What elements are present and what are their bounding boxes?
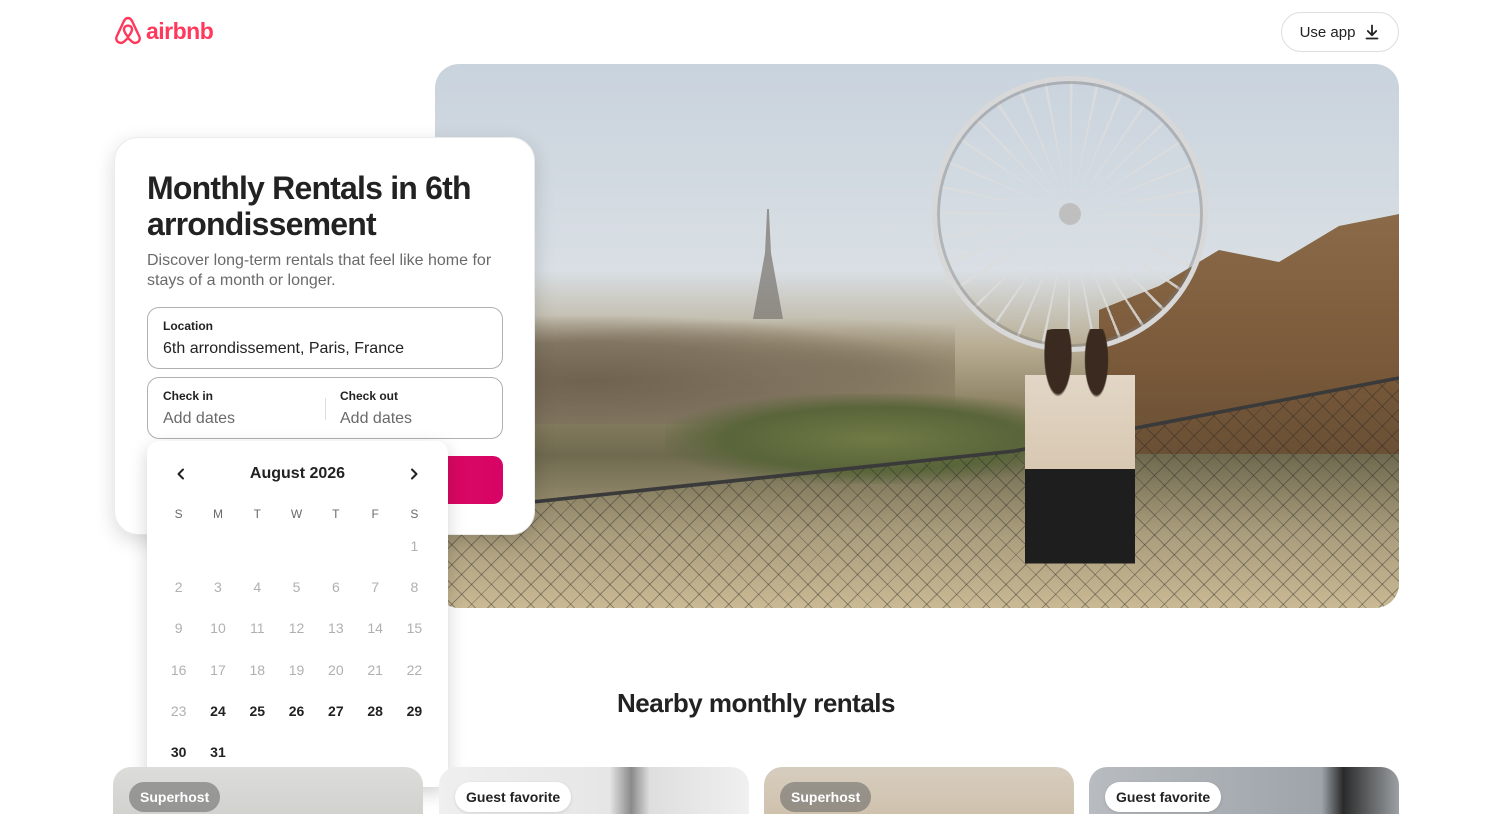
checkin-placeholder: Add dates xyxy=(163,410,236,427)
nearby-section-title: Nearby monthly rentals xyxy=(617,688,895,718)
calendar-day-disabled: 7 xyxy=(371,578,380,595)
calendar-day-disabled: 6 xyxy=(331,578,340,595)
weekday-label: S xyxy=(174,507,183,521)
calendar-day-disabled: 9 xyxy=(174,620,183,637)
calendar-day-disabled: 15 xyxy=(406,620,423,637)
logo-wordmark: airbnb xyxy=(146,17,214,44)
listing-badge: Guest favorite xyxy=(1105,782,1222,812)
date-picker-calendar: August 2026 S M T W T F S 1 2 3 4 5 6 7 8 9 10 11 12 13 14 15… xyxy=(147,441,448,787)
listing-card[interactable]: Guest favorite xyxy=(1089,767,1399,814)
location-value: 6th arrondissement, Paris, France xyxy=(163,340,404,357)
listing-card[interactable]: Superhost xyxy=(113,767,423,814)
checkout-placeholder: Add dates xyxy=(340,410,413,427)
calendar-empty-cell xyxy=(198,525,237,566)
calendar-day-disabled: 14 xyxy=(367,620,383,637)
airbnb-logo-icon xyxy=(115,16,141,45)
weekday-label: F xyxy=(371,507,379,521)
calendar-day-disabled: 5 xyxy=(292,578,301,595)
listing-badge: Superhost xyxy=(780,782,872,812)
page-title: Monthly Rentals in 6th arrondissement xyxy=(147,170,472,242)
dates-field: Check in Add dates Check out Add dates xyxy=(147,377,503,439)
calendar-day-disabled: 1 xyxy=(410,537,419,554)
airbnb-logo[interactable]: airbnb xyxy=(113,15,214,47)
calendar-day-disabled: 12 xyxy=(288,620,305,637)
checkin-field[interactable]: Check in Add dates xyxy=(148,378,325,438)
page-subtitle: Discover long-term rentals that feel lik… xyxy=(147,252,492,289)
listing-card[interactable]: Superhost xyxy=(764,767,1074,814)
calendar-day-disabled: 3 xyxy=(214,578,222,595)
listing-badge: Guest favorite xyxy=(455,782,572,812)
listing-card[interactable]: Guest favorite xyxy=(439,767,749,814)
calendar-day-disabled: 16 xyxy=(170,661,187,678)
calendar-header: August 2026 xyxy=(147,461,448,487)
weekday-label: M xyxy=(212,507,223,521)
calendar-empty-cell xyxy=(355,525,394,566)
previous-month-button[interactable] xyxy=(171,464,191,484)
calendar-grid: S M T W T F S 1 2 3 4 5 6 7 8 9 10 11 12 13 14 15 16 17 18 19 20 21… xyxy=(159,503,436,773)
calendar-day-disabled: 19 xyxy=(288,661,305,678)
calendar-day-disabled: 17 xyxy=(210,661,226,678)
checkout-field[interactable]: Check out Add dates xyxy=(325,378,502,438)
hero-eiffel-tower xyxy=(753,209,783,319)
chevron-left-icon xyxy=(177,468,184,480)
calendar-empty-cell xyxy=(238,525,277,566)
calendar-day-disabled: 11 xyxy=(249,620,265,637)
next-month-button[interactable] xyxy=(404,464,424,484)
weekday-label: T xyxy=(253,507,261,521)
hero-ferris-wheel xyxy=(932,76,1208,352)
use-app-label: Use app xyxy=(1299,23,1356,41)
chevron-right-icon xyxy=(410,468,418,480)
weekday-label: S xyxy=(410,507,419,521)
download-icon xyxy=(1366,24,1379,40)
calendar-day-disabled: 2 xyxy=(174,578,183,595)
use-app-button[interactable]: Use app xyxy=(1281,12,1399,52)
listing-badge: Superhost xyxy=(129,782,221,812)
weekday-label: T xyxy=(332,507,340,521)
location-field[interactable]: Location 6th arrondissement, Paris, Fran… xyxy=(147,307,503,369)
calendar-day-disabled: 22 xyxy=(406,661,423,678)
calendar-month-label: August 2026 xyxy=(249,465,346,482)
calendar-day-disabled: 21 xyxy=(367,661,383,678)
calendar-empty-cell xyxy=(316,525,355,566)
checkout-label: Check out xyxy=(340,389,399,403)
calendar-day-disabled: 10 xyxy=(210,620,226,637)
calendar-day-disabled: 8 xyxy=(410,578,419,595)
calendar-empty-cell xyxy=(277,525,316,566)
location-label: Location xyxy=(163,319,213,333)
checkin-label: Check in xyxy=(163,389,214,403)
calendar-day-disabled: 13 xyxy=(328,620,344,637)
calendar-day-disabled: 20 xyxy=(328,661,344,678)
hero-image xyxy=(435,64,1399,608)
calendar-empty-cell xyxy=(159,525,198,566)
calendar-day-disabled: 4 xyxy=(253,578,262,595)
hero-people xyxy=(1025,329,1135,584)
weekday-label: W xyxy=(290,507,303,521)
calendar-day-disabled: 18 xyxy=(249,661,266,678)
